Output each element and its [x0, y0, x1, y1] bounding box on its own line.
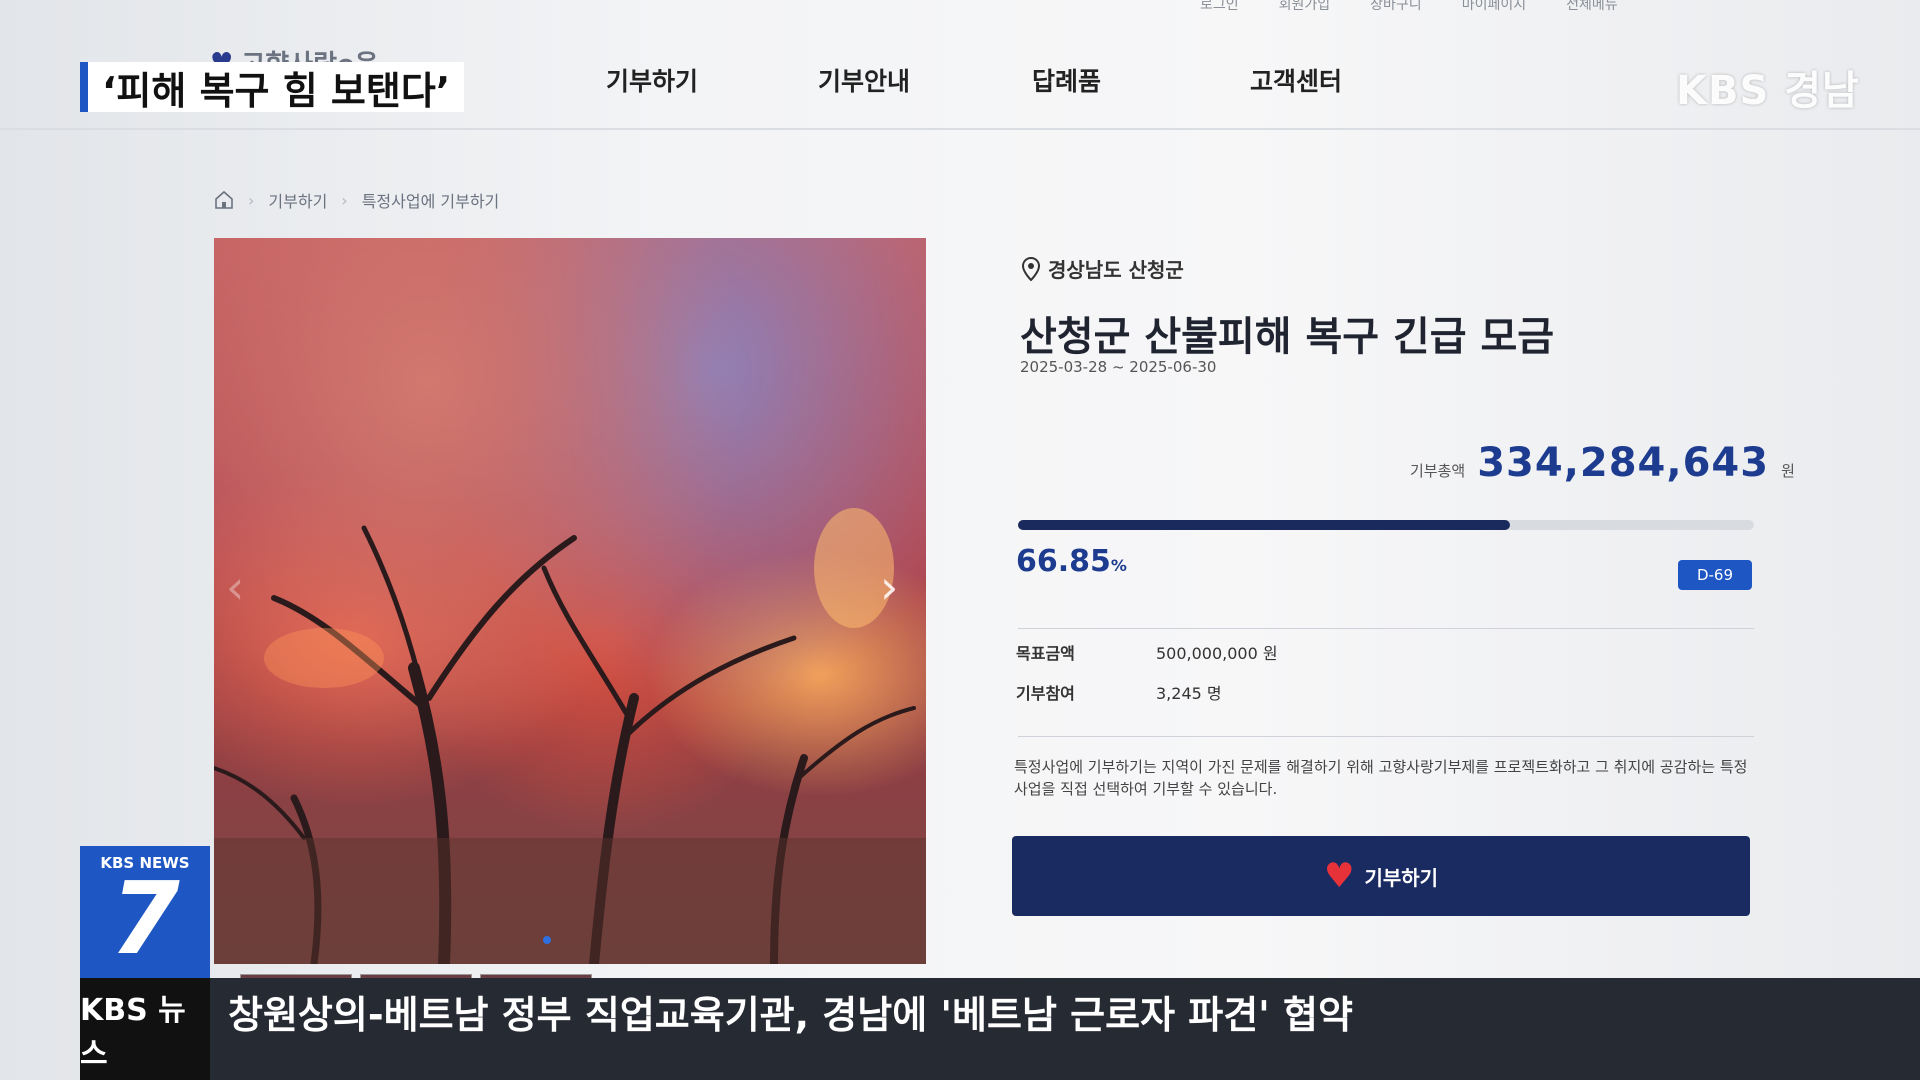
percent-value: 66.85	[1016, 544, 1111, 579]
progress-bar	[1018, 520, 1754, 530]
count-value: 3,245 명	[1156, 684, 1222, 703]
divider	[1018, 628, 1754, 629]
news-program-label: KBS NEWS	[100, 854, 190, 872]
news-ticker-text: 창원상의-베트남 정부 직업교육기관, 경남에 '베트남 근로자 파견' 협약	[228, 993, 1353, 1037]
project-image-wildfire[interactable]	[214, 238, 926, 964]
project-location: 경상남도 산청군	[1022, 254, 1184, 283]
goal-amount-row: 목표금액 500,000,000 원	[1016, 640, 1278, 664]
breadcrumb-donate[interactable]: 기부하기	[268, 188, 327, 212]
donate-button[interactable]: ♥ 기부하기	[1012, 836, 1750, 916]
participant-count-row: 기부참여 3,245 명	[1016, 680, 1222, 704]
location-pin-icon	[1022, 256, 1040, 281]
home-icon[interactable]	[214, 190, 234, 210]
nav-support[interactable]: 고객센터	[1250, 62, 1342, 98]
burned-trees-illustration	[214, 508, 926, 964]
news-program-badge: 7 KBS NEWS	[80, 846, 210, 978]
total-unit: 원	[1781, 462, 1795, 480]
project-description: 특정사업에 기부하기는 지역이 가진 문제를 해결하기 위해 고향사랑기부제를 …	[1014, 758, 1748, 798]
total-label: 기부총액	[1410, 462, 1466, 480]
heart-icon: ♥	[1323, 856, 1355, 896]
project-period: 2025-03-28 ~ 2025-06-30	[1020, 358, 1217, 376]
divider	[1018, 736, 1754, 737]
total-value: 334,284,643	[1477, 440, 1770, 486]
goal-value: 500,000,000 원	[1156, 644, 1278, 663]
news-caption: ‘피해 복구 힘 보탠다’	[80, 62, 465, 113]
breadcrumb-separator: ›	[341, 190, 348, 210]
percent-unit: %	[1110, 556, 1127, 575]
breadcrumb-separator: ›	[248, 190, 255, 210]
nav-gifts[interactable]: 답례품	[1032, 62, 1101, 98]
news-program-number: 7	[110, 860, 180, 977]
breadcrumb: › 기부하기 › 특정사업에 기부하기	[214, 188, 499, 212]
donation-total: 기부총액 334,284,643 원	[1410, 440, 1795, 486]
nav-guide[interactable]: 기부안내	[818, 62, 910, 98]
slider-prev-button[interactable]: ‹	[226, 560, 244, 614]
donation-page: 로그인 회원가입 장바구니 마이페이지 전체메뉴 ♥ 고향사랑e음 기부하기 기…	[0, 0, 1920, 1080]
project-title: 산청군 산불피해 복구 긴급 모금	[1020, 314, 1555, 360]
progress-percent: 66.85%	[1016, 544, 1127, 579]
dday-badge: D-69	[1678, 560, 1752, 590]
donate-button-label: 기부하기	[1364, 865, 1439, 890]
breadcrumb-specific-project[interactable]: 특정사업에 기부하기	[362, 188, 500, 212]
goal-label: 목표금액	[1016, 644, 1075, 663]
location-text: 경상남도 산청군	[1048, 258, 1184, 282]
channel-logo: KBS 경남	[1676, 68, 1860, 114]
count-label: 기부참여	[1016, 684, 1075, 703]
slider-indicator-dot[interactable]	[543, 936, 551, 944]
nav-donate[interactable]: 기부하기	[606, 62, 698, 98]
progress-bar-fill	[1018, 520, 1511, 530]
slider-next-button[interactable]: ›	[880, 560, 898, 614]
news-footer-label: KBS 뉴스	[80, 978, 210, 1080]
